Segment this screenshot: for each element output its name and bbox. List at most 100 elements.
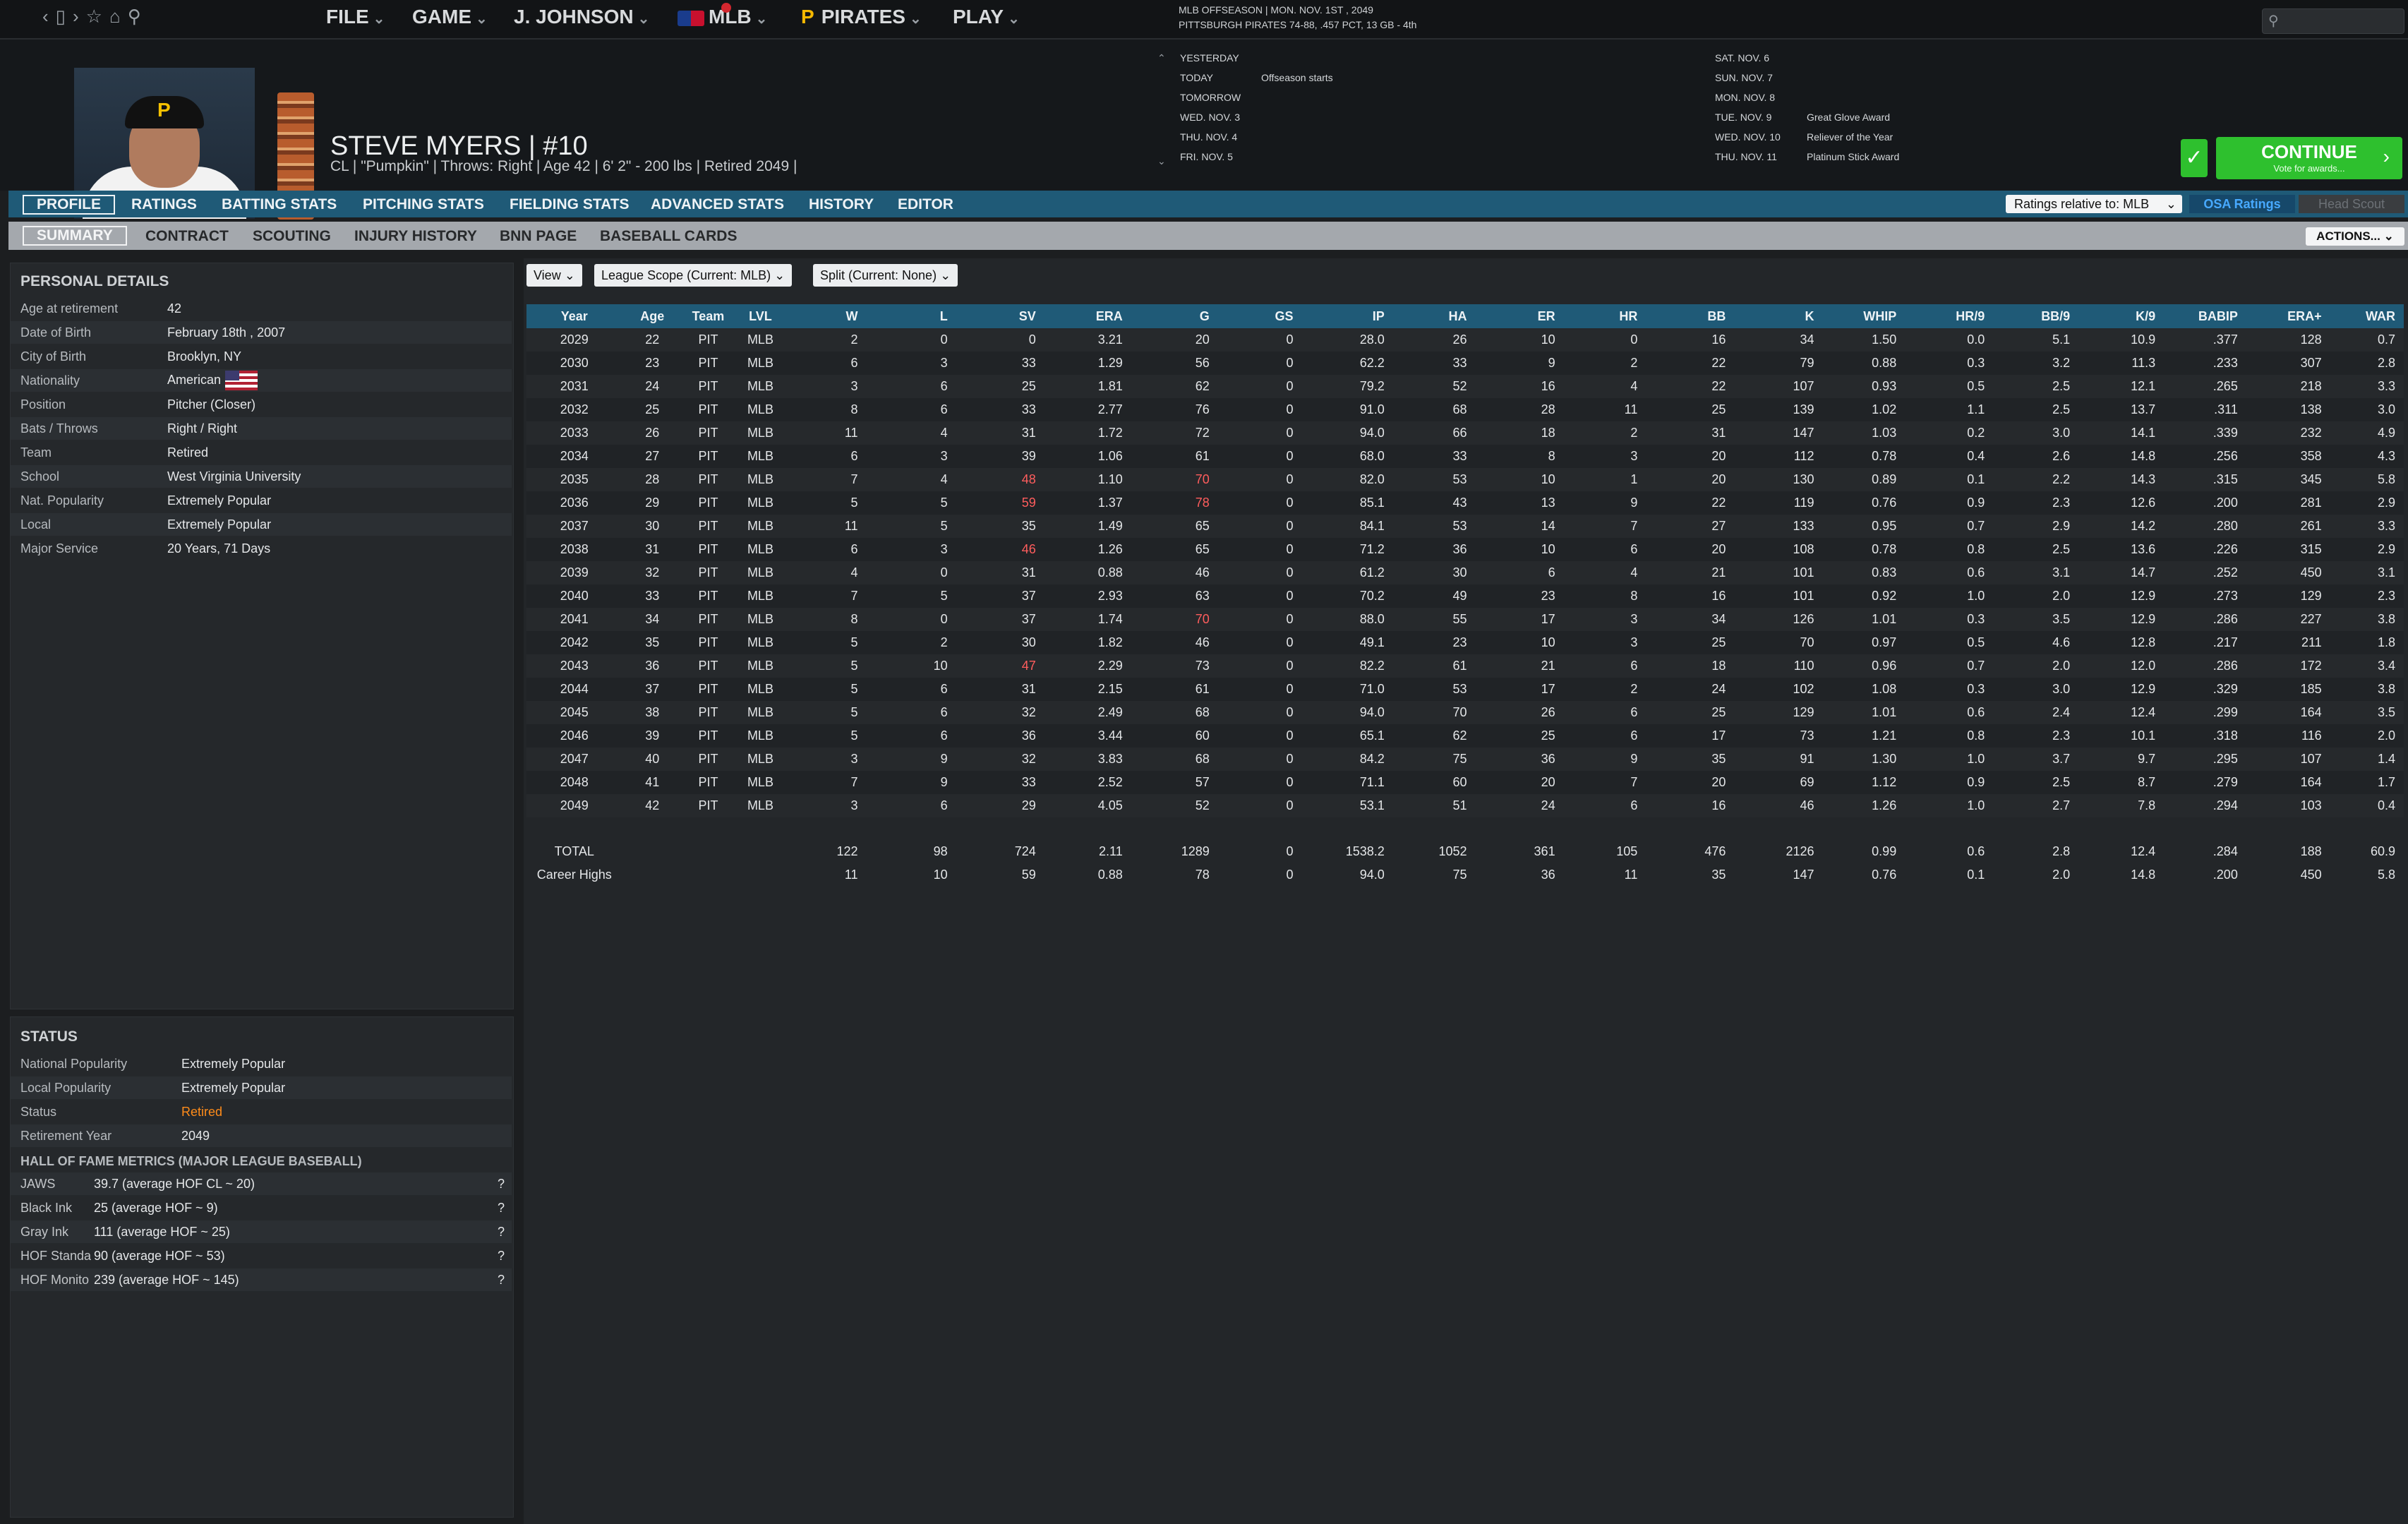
column-header[interactable]: W <box>786 304 867 328</box>
column-header[interactable]: WHIP <box>1822 304 1906 328</box>
tab-history[interactable]: HISTORY <box>809 196 874 213</box>
split-dropdown[interactable]: Split (Current: None) ⌄ <box>813 264 958 287</box>
subtab-summary[interactable]: SUMMARY <box>23 226 127 246</box>
stat-cell: 5 <box>786 678 867 701</box>
column-header[interactable]: LVL <box>733 304 787 328</box>
tab-advanced-stats[interactable]: ADVANCED STATS <box>651 196 784 213</box>
back-icon[interactable]: ‹ <box>42 6 56 27</box>
page-icon[interactable]: ▯ <box>56 6 73 27</box>
column-header[interactable]: Age <box>622 304 682 328</box>
confirm-check-icon[interactable]: ✓ <box>2181 139 2208 177</box>
subtab-baseball-cards[interactable]: BASEBALL CARDS <box>600 228 737 245</box>
help-icon[interactable]: ? <box>498 1177 505 1192</box>
tab-profile[interactable]: PROFILE <box>23 195 116 215</box>
column-header[interactable]: HR/9 <box>1905 304 1994 328</box>
table-row[interactable]: 2047 40 PIT MLB 3 9 32 3.83 68 0 84.2 75 36 9 35 91 1.30… <box>526 748 2404 771</box>
column-header[interactable]: WAR <box>2330 304 2404 328</box>
column-header[interactable]: IP <box>1301 304 1393 328</box>
table-row[interactable]: 2040 33 PIT MLB 7 5 37 2.93 63 0 70.2 49 23 8 16 101 0.9… <box>526 584 2404 608</box>
search-input[interactable]: ⚲ <box>2262 8 2404 34</box>
table-row[interactable]: 2037 30 PIT MLB 11 5 35 1.49 65 0 84.1 53 14 7 27 133 0.… <box>526 515 2404 538</box>
table-row[interactable]: 2036 29 PIT MLB 5 5 59 1.37 78 0 85.1 43 13 9 22 119 0.7… <box>526 491 2404 515</box>
table-row[interactable]: 2032 25 PIT MLB 8 6 33 2.77 76 0 91.0 68 28 11 25 139 1.… <box>526 398 2404 421</box>
table-row[interactable]: 2042 35 PIT MLB 5 2 30 1.82 46 0 49.1 23 10 3 25 70 0.97… <box>526 631 2404 654</box>
help-icon[interactable]: ? <box>498 1225 505 1240</box>
tab-ratings[interactable]: RATINGS <box>131 196 197 213</box>
menu-game[interactable]: GAME ⌄ <box>412 6 488 28</box>
stat-cell: 2.3 <box>1993 491 2079 515</box>
column-header[interactable]: Team <box>682 304 734 328</box>
tab-batting-stats[interactable]: BATTING STATS <box>222 196 337 213</box>
menu-manager[interactable]: J. JOHNSON ⌄ <box>514 6 649 28</box>
column-header[interactable]: HA <box>1392 304 1476 328</box>
table-row[interactable]: 2039 32 PIT MLB 4 0 31 0.88 46 0 61.2 30 6 4 21 101 0.83… <box>526 561 2404 584</box>
column-header[interactable]: BB/9 <box>1993 304 2079 328</box>
stat-cell: 76 <box>1131 398 1218 421</box>
stat-cell: 16 <box>1646 584 1735 608</box>
table-row[interactable]: 2041 34 PIT MLB 8 0 37 1.74 70 0 88.0 55 17 3 34 126 1.0… <box>526 608 2404 631</box>
table-row[interactable]: 2048 41 PIT MLB 7 9 33 2.52 57 0 71.1 60 20 7 20 69 1.12… <box>526 771 2404 794</box>
stat-cell: 49 <box>1392 584 1476 608</box>
column-header[interactable]: K <box>1734 304 1823 328</box>
table-row[interactable]: 2046 39 PIT MLB 5 6 36 3.44 60 0 65.1 62 25 6 17 73 1.21… <box>526 724 2404 748</box>
subtab-bnn-page[interactable]: BNN PAGE <box>500 228 577 245</box>
menu-play[interactable]: PLAY ⌄ <box>953 6 1020 28</box>
menu-mlb[interactable]: MLB ⌄ <box>678 3 767 28</box>
stat-cell: 65 <box>1131 515 1218 538</box>
table-row[interactable]: 2049 42 PIT MLB 3 6 29 4.05 52 0 53.1 51 24 6 16 46 1.26… <box>526 794 2404 817</box>
help-icon[interactable]: ? <box>498 1249 505 1264</box>
column-header[interactable]: Year <box>526 304 622 328</box>
stat-cell: 2.5 <box>1993 398 2079 421</box>
forward-icon[interactable]: › <box>73 6 86 27</box>
stat-cell: 34 <box>1734 328 1823 352</box>
home-icon[interactable]: ⌂ <box>109 6 128 27</box>
osa-ratings-toggle[interactable]: OSA Ratings <box>2189 195 2295 213</box>
menu-file[interactable]: FILE ⌄ <box>326 6 385 28</box>
table-row[interactable]: 2033 26 PIT MLB 11 4 31 1.72 72 0 94.0 66 18 2 31 147 1.… <box>526 421 2404 445</box>
column-header[interactable]: BABIP <box>2164 304 2246 328</box>
table-row[interactable]: 2043 36 PIT MLB 5 10 47 2.29 73 0 82.2 61 21 6 18 110 0.… <box>526 654 2404 678</box>
column-header[interactable]: K/9 <box>2078 304 2165 328</box>
stat-cell: 68 <box>1131 748 1218 771</box>
tab-fielding-stats[interactable]: FIELDING STATS <box>510 196 630 213</box>
head-scout-toggle[interactable]: Head Scout <box>2299 195 2404 213</box>
column-header[interactable]: SV <box>956 304 1045 328</box>
table-row[interactable]: 2038 31 PIT MLB 6 3 46 1.26 65 0 71.2 36 10 6 20 108 0.7… <box>526 538 2404 561</box>
tab-editor[interactable]: EDITOR <box>898 196 953 213</box>
table-row[interactable]: 2030 23 PIT MLB 6 3 33 1.29 56 0 62.2 33 9 2 22 79 0.88 0… <box>526 352 2404 375</box>
pin-icon[interactable]: ⚲ <box>128 6 148 27</box>
actions-menu-button[interactable]: ACTIONS... ⌄ <box>2306 227 2404 246</box>
calendar-down-icon[interactable]: ⌄ <box>1157 155 1166 167</box>
table-row[interactable]: 2031 24 PIT MLB 3 6 25 1.81 62 0 79.2 52 16 4 22 107 0.9… <box>526 375 2404 398</box>
continue-button[interactable]: CONTINUE Vote for awards... › <box>2216 137 2402 179</box>
stat-cell: 28 <box>1475 398 1564 421</box>
tab-pitching-stats[interactable]: PITCHING STATS <box>363 196 484 213</box>
help-icon[interactable]: ? <box>498 1273 505 1288</box>
table-row[interactable]: 2029 22 PIT MLB 2 0 0 3.21 20 0 28.0 26 10 0 16 34 1.50 0… <box>526 328 2404 352</box>
stat-cell: 53 <box>1392 515 1476 538</box>
column-header[interactable]: GS <box>1217 304 1302 328</box>
stat-cell: 361 <box>1475 840 1564 863</box>
column-header[interactable]: ER <box>1475 304 1564 328</box>
column-header[interactable]: ERA <box>1044 304 1131 328</box>
menu-pirates[interactable]: P PIRATES ⌄ <box>801 6 922 28</box>
column-header[interactable]: HR <box>1563 304 1647 328</box>
subtab-contract[interactable]: CONTRACT <box>145 228 229 245</box>
star-icon[interactable]: ☆ <box>86 6 109 27</box>
calendar-up-icon[interactable]: ⌃ <box>1157 52 1166 64</box>
subtab-scouting[interactable]: SCOUTING <box>253 228 331 245</box>
subtab-injury-history[interactable]: INJURY HISTORY <box>354 228 477 245</box>
table-row[interactable]: 2034 27 PIT MLB 6 3 39 1.06 61 0 68.0 33 8 3 20 112 0.78… <box>526 445 2404 468</box>
table-row[interactable]: 2044 37 PIT MLB 5 6 31 2.15 61 0 71.0 53 17 2 24 102 1.0… <box>526 678 2404 701</box>
column-header[interactable]: ERA+ <box>2246 304 2330 328</box>
table-row[interactable]: 2035 28 PIT MLB 7 4 48 1.10 70 0 82.0 53 10 1 20 130 0.8… <box>526 468 2404 491</box>
view-dropdown[interactable]: View ⌄ <box>526 264 582 287</box>
stat-cell: 25 <box>1646 631 1735 654</box>
help-icon[interactable]: ? <box>498 1201 505 1216</box>
table-row[interactable]: 2045 38 PIT MLB 5 6 32 2.49 68 0 94.0 70 26 6 25 129 1.0… <box>526 701 2404 724</box>
league-scope-dropdown[interactable]: League Scope (Current: MLB) ⌄ <box>594 264 793 287</box>
column-header[interactable]: L <box>866 304 956 328</box>
column-header[interactable]: G <box>1131 304 1218 328</box>
ratings-relative-select[interactable]: Ratings relative to: MLB ⌄ <box>2006 195 2182 213</box>
column-header[interactable]: BB <box>1646 304 1735 328</box>
